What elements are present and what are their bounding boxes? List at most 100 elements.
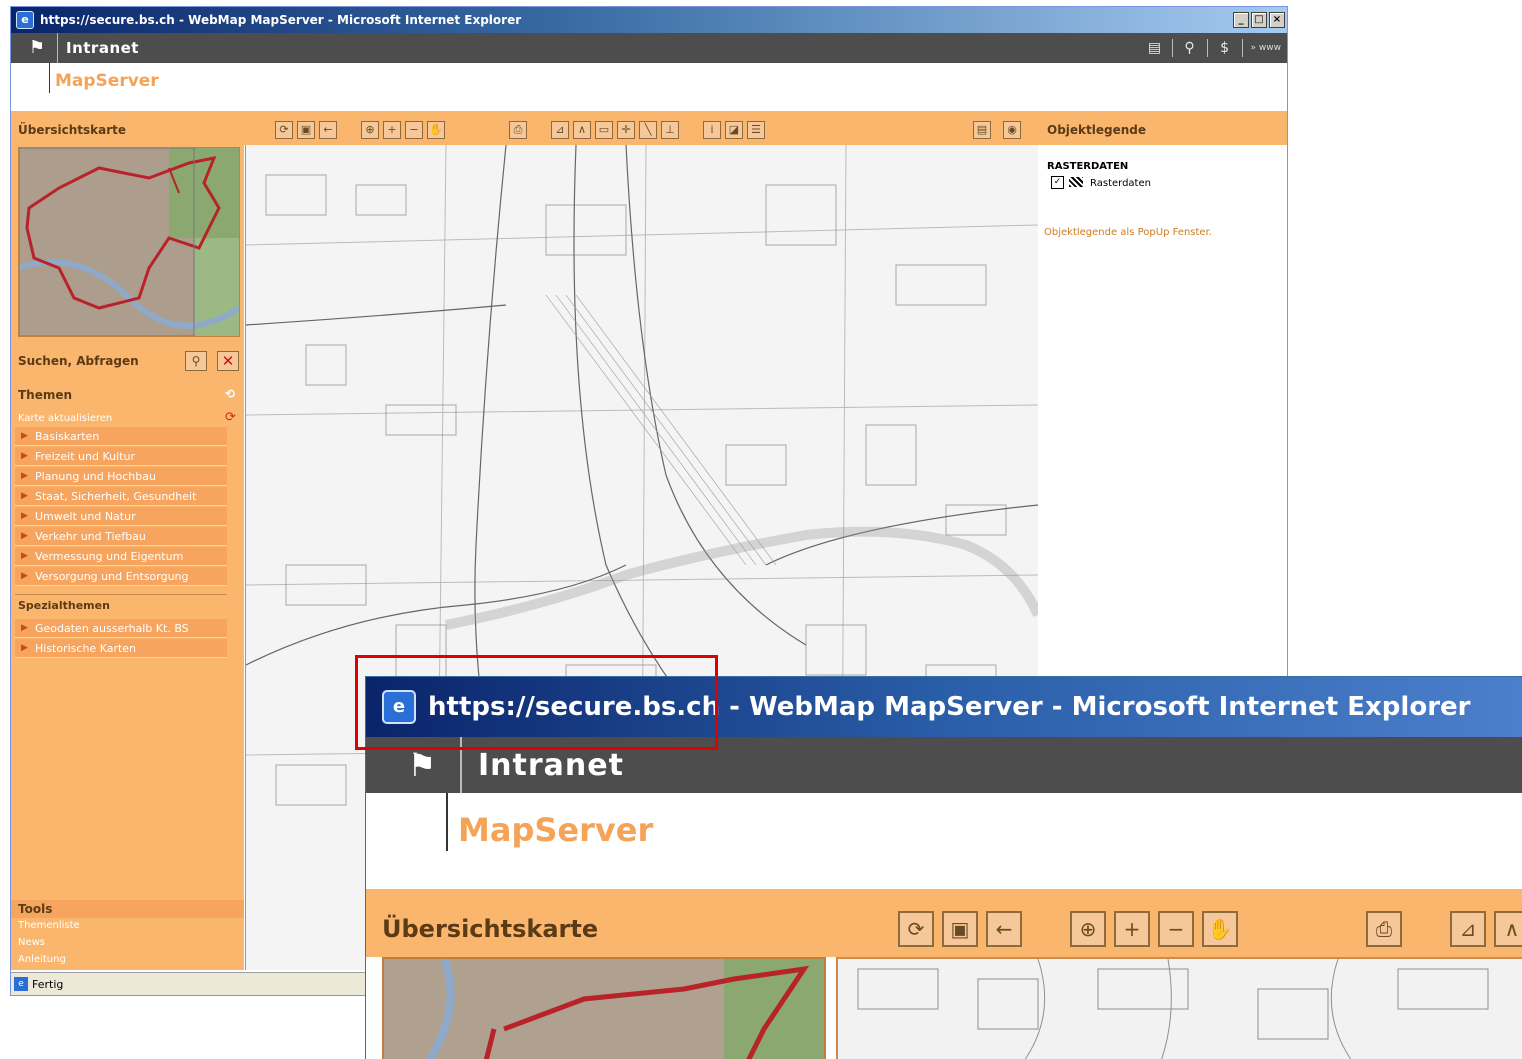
measure-profile-icon[interactable]: ∧ [1494,911,1522,947]
zoom-app-banner: MapServer [366,793,1522,889]
search-title: Suchen, Abfragen [18,354,139,368]
full-extent-icon[interactable]: ▣ [942,911,978,947]
refresh-map-icon[interactable]: ⟳ [225,410,236,425]
theme-item[interactable]: ▶ Vermessung und Eigentum [15,547,227,566]
rasterdaten-checkbox[interactable]: ✓ [1051,176,1064,189]
zoom-in-icon[interactable]: + [383,121,401,139]
title-bar: e https://secure.bs.ch - WebMap MapServe… [11,7,1287,33]
theme-item[interactable]: ▶ Umwelt und Natur [15,507,227,526]
zoom-app-title: MapServer [458,811,654,849]
theme-item[interactable]: ▶ Staat, Sicherheit, Gesundheit [15,487,227,506]
document-icon[interactable]: ▤ [1146,39,1164,57]
zoom-box-icon[interactable]: ⊕ [361,121,379,139]
line-tool-icon[interactable]: ╲ [639,121,657,139]
pan-icon[interactable]: ✋ [427,121,445,139]
themes-reset-icon[interactable]: ⟲ [225,387,235,401]
tool-link[interactable]: Anleitung [18,954,66,965]
measure-area-icon[interactable]: ▭ [595,121,613,139]
theme-item[interactable]: ▶ Versorgung und Entsorgung [15,567,227,586]
arrow-right-icon: ▶ [21,531,28,541]
raster-icon [1069,177,1083,187]
tool-link[interactable]: Themenliste [18,920,80,931]
measure-distance-icon[interactable]: ⊿ [551,121,569,139]
arrow-right-icon: ▶ [21,511,28,521]
print-icon[interactable]: ⎙ [1366,911,1402,947]
full-extent-icon[interactable]: ▣ [297,121,315,139]
theme-item[interactable]: ▶ Basiskarten [15,427,227,446]
divider [1241,39,1243,57]
ie-page-icon: e [14,977,28,991]
minimize-button[interactable]: _ [1233,12,1249,28]
www-link[interactable]: » www [1251,43,1281,53]
arrow-right-icon: ▶ [21,643,28,653]
zoom-map-view [836,957,1522,1059]
clear-icon[interactable]: ✕ [217,351,239,371]
site-title: Intranet [66,39,139,57]
refresh-map-link[interactable]: Karte aktualisieren [18,413,112,424]
arrow-right-icon: ▶ [21,571,28,581]
tool-link[interactable]: News [18,937,45,948]
close-button[interactable]: × [1269,12,1285,28]
info-tool-icon[interactable]: i [703,121,721,139]
banner-divider [446,793,448,851]
refresh-icon[interactable]: ⟳ [275,121,293,139]
zoom-site-title: Intranet [478,747,624,783]
overview-title: Übersichtskarte [18,123,127,137]
divider [1171,39,1173,57]
arrow-right-icon: ▶ [21,451,28,461]
special-themes-title: Spezialthemen [18,599,110,612]
legend-title: Objektlegende [1047,123,1147,137]
legend-group: RASTERDATEN [1047,161,1129,172]
theme-item[interactable]: ▶ Planung und Hochbau [15,467,227,486]
arrow-right-icon: ▶ [21,623,28,633]
themes-title: Themen [18,388,73,402]
back-icon[interactable]: ← [986,911,1022,947]
ie-icon: e [16,11,34,29]
select-icon[interactable]: ◪ [725,121,743,139]
special-theme-item[interactable]: ▶ Geodaten ausserhalb Kt. BS [15,619,227,638]
theme-item[interactable]: ▶ Verkehr und Tiefbau [15,527,227,546]
globe-settings-icon[interactable]: ◉ [1003,121,1021,139]
measure-distance-icon[interactable]: ⊿ [1450,911,1486,947]
zoom-in-icon[interactable]: + [1114,911,1150,947]
header-divider [57,33,58,63]
app-title: MapServer [55,71,159,91]
print-icon[interactable]: ⎙ [509,121,527,139]
legend-popup-link[interactable]: Objektlegende als PopUp Fenster. [1044,227,1212,238]
dollar-icon[interactable]: $ [1216,39,1234,57]
zoom-overview-title: Übersichtskarte [382,915,599,943]
refresh-icon[interactable]: ⟳ [898,911,934,947]
arrow-right-icon: ▶ [21,431,28,441]
zoom-out-icon[interactable]: − [1158,911,1194,947]
arrow-right-icon: ▶ [21,491,28,501]
app-banner: MapServer [11,63,1287,111]
back-icon[interactable]: ← [319,121,337,139]
overview-map[interactable] [18,147,240,337]
theme-item[interactable]: ▶ Freizeit und Kultur [15,447,227,466]
window-title: https://secure.bs.ch - WebMap MapServer … [40,13,522,27]
divider [1206,39,1208,57]
left-panel: Suchen, Abfragen ⚲ ✕ Themen ⟲ Karte aktu… [11,145,244,970]
legend-window-icon[interactable]: ▤ [973,121,991,139]
search-section: Suchen, Abfragen ⚲ ✕ [11,349,244,371]
ruler-icon[interactable]: ⊥ [661,121,679,139]
layers-icon[interactable]: ☰ [747,121,765,139]
basel-emblem-icon: ⚑ [28,37,46,58]
header-tools: ▤ ⚲ $ » www [1146,39,1281,57]
site-header: ⚑ Intranet ▤ ⚲ $ » www [11,33,1287,63]
pan-icon[interactable]: ✋ [1202,911,1238,947]
arrow-right-icon: ▶ [21,551,28,561]
banner-divider [49,63,50,93]
search-people-icon[interactable]: ⚲ [1181,39,1199,57]
zoom-out-icon[interactable]: − [405,121,423,139]
special-theme-item[interactable]: ▶ Historische Karten [15,639,227,658]
search-icon[interactable]: ⚲ [185,351,207,371]
zoom-toolbar: Übersichtskarte ⟳ ▣ ← ⊕ + − ✋ ⎙ ⊿ ∧ [366,889,1522,957]
tools-title: Tools [18,902,53,916]
zoom-overview-map [382,957,826,1059]
measure-profile-icon[interactable]: ∧ [573,121,591,139]
maximize-button[interactable]: □ [1251,12,1267,28]
arrow-right-icon: ▶ [21,471,28,481]
zoom-box-icon[interactable]: ⊕ [1070,911,1106,947]
coordinate-icon[interactable]: ✛ [617,121,635,139]
